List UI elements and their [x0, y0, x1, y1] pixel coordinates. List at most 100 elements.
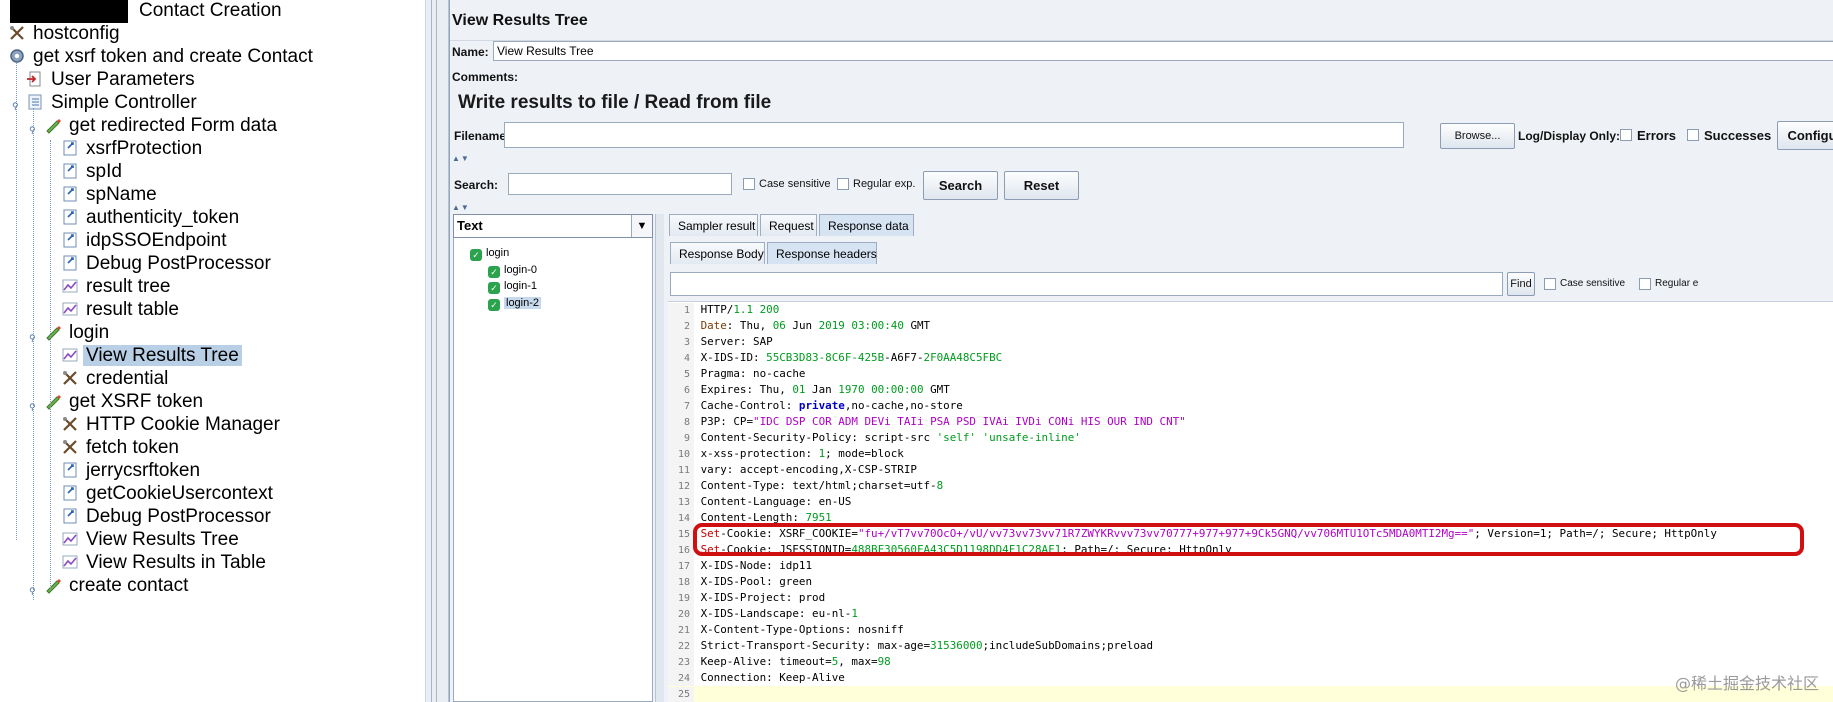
configure-button[interactable]: Configu [1777, 121, 1833, 150]
header-token: Connection: Keep-Alive [700, 671, 845, 684]
header-line: 10 x-xss-protection: 1; mode=block [668, 446, 1833, 463]
tree-item-label: get XSRF token [69, 391, 204, 412]
header-token: P3P: CP= [700, 415, 754, 428]
header-token: 06 [772, 319, 786, 332]
line-number: 7 [668, 399, 694, 415]
header-token: -Cookie: XSRF_COOKIE= [720, 527, 858, 540]
subtab-response-headers[interactable]: Response headers [767, 242, 877, 264]
line-number: 3 [668, 335, 694, 351]
header-token: HTTP/ [700, 303, 734, 316]
header-token: Content-Type: text/html;charset=utf- [700, 479, 937, 492]
reset-button[interactable]: Reset [1004, 171, 1079, 200]
tree-item[interactable]: create contact [44, 572, 191, 599]
header-line: 25 [668, 686, 1833, 702]
header-token: X-IDS-Node: idp11 [700, 559, 813, 572]
expand-toggle-icon[interactable]: ⚲ [29, 587, 38, 596]
header-token: 55CB3D83-8C6F-425B [766, 351, 885, 364]
find-input[interactable] [670, 272, 1503, 296]
line-number: 22 [668, 639, 694, 655]
regex-checkbox[interactable] [837, 178, 849, 190]
extractor-icon [61, 460, 79, 478]
header-token: Keep-Alive: timeout= [700, 655, 832, 668]
line-number: 21 [668, 623, 694, 639]
header-line: 24 Connection: Keep-Alive [668, 670, 1833, 687]
successes-checkbox[interactable] [1687, 129, 1699, 141]
results-tree[interactable] [453, 214, 653, 702]
extractor-icon [61, 230, 79, 248]
header-token: 2019 [818, 319, 845, 332]
find-button[interactable]: Find [1507, 272, 1535, 296]
filename-field[interactable] [504, 122, 1404, 148]
line-number: 23 [668, 655, 694, 671]
collapse-arrows-icon[interactable]: ▲▼ [452, 154, 470, 163]
watermark: @稀土掘金技术社区 [1674, 674, 1819, 693]
header-line: 1 HTTP/1.1 200 [668, 302, 1833, 319]
header-line: 9 Content-Security-Policy: script-src 's… [668, 430, 1833, 447]
header-token: 31536000 [930, 639, 983, 652]
tree-item-label: credential [86, 368, 169, 389]
case-sensitive-checkbox[interactable] [743, 178, 755, 190]
header-token: 200 [759, 303, 780, 316]
tree-item-label: Debug PostProcessor [86, 506, 271, 527]
line-number: 15 [668, 527, 694, 543]
tree-item-label: View Results Tree [86, 529, 239, 550]
thread-group-gear-icon [8, 46, 26, 64]
chevron-down-icon[interactable]: ▼ [631, 215, 652, 237]
tree-item-label: View Results Tree [83, 345, 242, 366]
response-headers-text[interactable]: 1 HTTP/1.1 200 2 Date: Thu, 06 Jun 2019 0… [668, 301, 1833, 702]
find-case-sensitive-label: Case sensitive [1560, 278, 1626, 289]
search-input[interactable] [508, 173, 732, 195]
line-number: 13 [668, 495, 694, 511]
test-plan-tree[interactable]: Contact Creation hostconfig get xsrf token… [0, 0, 425, 702]
line-number: 8 [668, 415, 694, 431]
sampler-pencil-icon [44, 322, 62, 341]
line-number: 10 [668, 447, 694, 463]
config-element-icon [61, 368, 79, 386]
header-token: 1970 [838, 383, 865, 396]
config-element-icon [8, 23, 26, 41]
header-token: X-IDS-Pool: green [700, 575, 813, 588]
splitter-grip[interactable] [431, 0, 437, 702]
tree-item-label: idpSSOEndpoint [86, 230, 227, 251]
expand-toggle-icon[interactable]: ⚲ [12, 102, 21, 111]
pane-splitter[interactable] [425, 0, 449, 702]
search-button[interactable]: Search [923, 171, 998, 200]
result-node[interactable]: ✓ login [470, 245, 509, 261]
tab-request[interactable]: Request [760, 214, 817, 236]
header-token: -Cookie: JSESSIONID= [720, 543, 852, 556]
name-field[interactable]: View Results Tree [493, 41, 1833, 61]
results-splitter[interactable] [655, 214, 664, 702]
subtab-response-body[interactable]: Response Body [670, 242, 765, 264]
errors-checkbox[interactable] [1620, 129, 1632, 141]
header-token: ,no-cache,no-store [844, 399, 963, 412]
header-token: ;includeSubDomains;preload [982, 639, 1154, 652]
header-token: 488BF30560FA43C5D1198DD4F1C28AF1 [851, 543, 1062, 556]
result-node[interactable]: ✓ login-0 [488, 262, 537, 278]
header-token: Date [700, 319, 727, 332]
name-label: Name: [452, 45, 489, 59]
expand-toggle-icon[interactable]: ⚲ [29, 126, 38, 135]
case-sensitive-label: Case sensitive [759, 178, 831, 190]
tab-response-data[interactable]: Response data [819, 214, 914, 236]
extractor-icon [61, 184, 79, 202]
renderer-select[interactable]: Text ▼ [453, 214, 653, 238]
header-token: 8 [936, 479, 944, 492]
header-token: 2F0AA48C5FBC [923, 351, 1003, 364]
find-case-sensitive-checkbox[interactable] [1544, 278, 1556, 290]
header-line: 8 P3P: CP="IDC DSP COR ADM DEVi TAIi PSA… [668, 414, 1833, 431]
result-node[interactable]: ✓ login-2 [488, 295, 542, 311]
browse-button[interactable]: Browse... [1440, 123, 1515, 149]
find-regex-checkbox[interactable] [1639, 278, 1651, 290]
result-node-label: login-2 [504, 296, 542, 309]
renderer-value: Text [457, 218, 483, 233]
header-token: 7951 [805, 511, 832, 524]
expand-toggle-icon[interactable]: ⚲ [29, 403, 38, 412]
tree-item-label: HTTP Cookie Manager [86, 414, 280, 435]
collapse-arrows-icon-2[interactable]: ▲▼ [452, 203, 470, 212]
tab-sampler-result[interactable]: Sampler result [669, 214, 758, 236]
tree-item-label: View Results in Table [86, 552, 266, 573]
expand-toggle-icon[interactable]: ⚲ [29, 334, 38, 343]
result-node[interactable]: ✓ login-1 [488, 278, 537, 294]
header-token: ; mode=block [825, 447, 904, 460]
header-token: X-IDS-Project: prod [700, 591, 826, 604]
